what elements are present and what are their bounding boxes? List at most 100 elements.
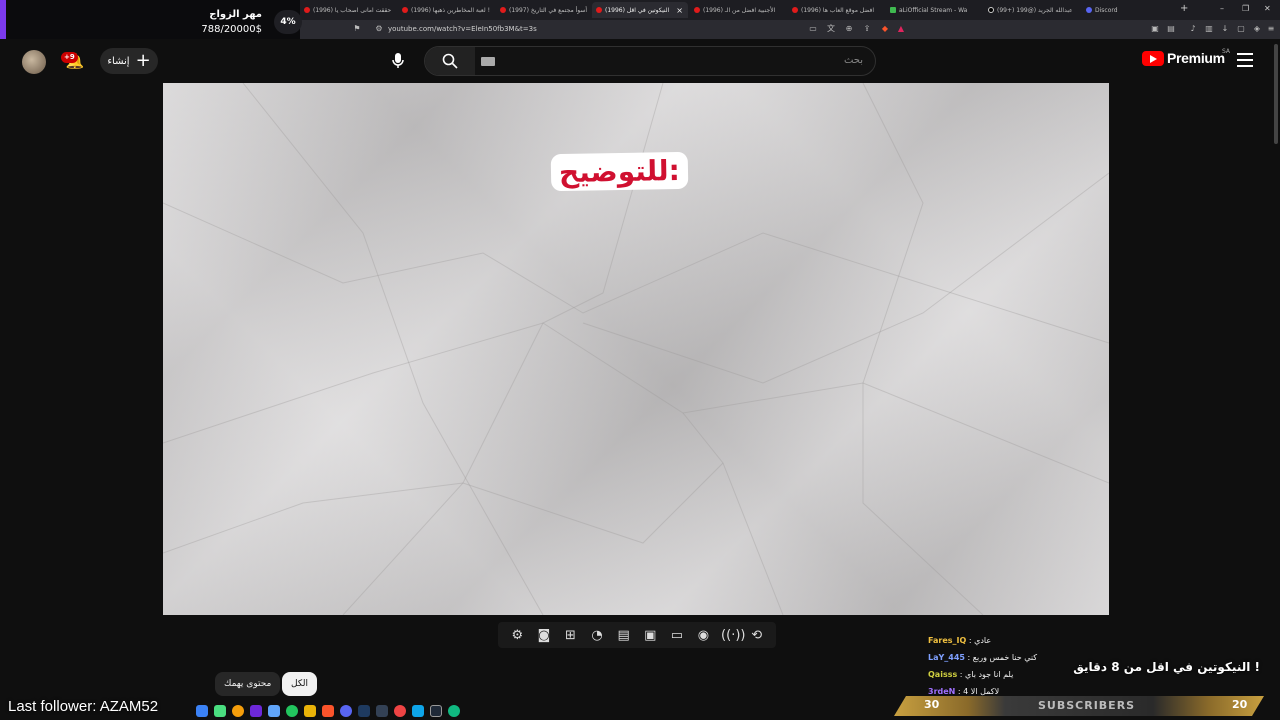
tab-label: Discord [1095,6,1118,14]
close-tab-icon[interactable]: × [676,6,683,15]
zoom-icon[interactable]: ⊕ [844,24,854,34]
restore-icon[interactable]: ❐ [1242,4,1249,13]
steam-icon[interactable] [358,705,370,717]
subs-goal: 20 [1232,698,1248,711]
tab-label: (1996) حققت امانى اصحاب يا [313,6,392,14]
add-box-icon[interactable]: ⊞ [561,628,579,643]
browser-tab[interactable]: (1996) افضل موقع العاب ها [788,2,884,18]
last-follower-text: Last follower: AZAM52 [8,698,159,715]
brave-rewards-icon[interactable]: ▲ [896,24,906,34]
broadcast-icon[interactable]: ((·)) [721,628,745,643]
loop-icon[interactable]: ⟲ [748,628,766,643]
app-icon[interactable] [376,705,388,717]
eye-icon[interactable]: ◉ [694,628,712,643]
site-info-icon[interactable]: ⚙ [374,24,384,34]
tab-label: (1997) أسوأ مجتمع في التاريخ [509,6,588,14]
chip-all[interactable]: الكل [282,672,318,696]
speed-icon[interactable]: ◔ [588,628,606,643]
tab-label: (1996) الأجنبية افضل من الـ [703,6,776,14]
gear-icon[interactable]: ⚙ [508,628,526,643]
wallet-icon[interactable]: ▢ [1236,24,1246,34]
downloads-icon[interactable]: ↓ [1220,24,1230,34]
media-icon[interactable]: ♪ [1188,24,1198,34]
minimize-icon[interactable]: – [1220,4,1224,13]
notification-badge: +9 [61,52,78,63]
app-icon[interactable] [268,705,280,717]
camera-icon[interactable]: ◙ [535,628,553,643]
translate-icon[interactable]: 文 [826,24,836,34]
install-icon[interactable]: ▭ [808,24,818,34]
avatar[interactable] [22,50,46,74]
brave-shield-icon[interactable]: ◆ [880,24,890,34]
chat-user: 3rdeN [928,687,956,696]
app-icon[interactable] [412,705,424,717]
app-icon[interactable] [214,705,226,717]
vpn-icon[interactable]: ◈ [1252,24,1262,34]
chat-message: Fares_IQ : عادي [928,636,992,645]
folder-icon[interactable] [304,705,316,717]
close-window-icon[interactable]: ✕ [1264,4,1271,13]
browser-tab[interactable]: (1997) أسوأ مجتمع في التاريخ [496,2,592,18]
discord-icon[interactable] [340,705,352,717]
discord-favicon-icon [1086,7,1092,13]
donation-percent: 4% [274,10,302,34]
tab-label: aLiOfficial Stream - Wa [899,6,968,14]
sidebar-icon[interactable]: ▤ [1166,24,1176,34]
plus-icon: + [135,50,151,71]
chat-text: يلم انا جود باي [965,670,1014,679]
browser-tab[interactable]: (1996) حققت امانى اصحاب يا [300,2,396,18]
region-code: SA [1222,48,1231,55]
search-button[interactable] [425,47,475,75]
bookmark-icon[interactable]: ⚑ [352,24,362,34]
keyboard-icon[interactable] [481,57,495,66]
tab-label: (1996) لعبة المخاطرين ذهبها ! [411,6,490,14]
theater-icon[interactable]: ▭ [668,628,686,643]
browser-tab-active[interactable]: (1996) النيكوتين في اقل × [592,2,688,18]
kick-favicon-icon [890,7,896,13]
brave-icon[interactable] [322,705,334,717]
create-button[interactable]: إنشاء + [100,48,158,74]
chip-recommended[interactable]: محتوى يهمك [215,672,281,696]
search-input[interactable]: بحث [844,55,863,66]
app-icon[interactable] [196,705,208,717]
logo-word: Premium [1167,50,1225,66]
extension-icon[interactable]: ▣ [1150,24,1160,34]
new-tab-button[interactable]: + [1180,3,1188,14]
video-player[interactable]: للتوضيح: [163,83,1109,615]
chat-user: LaY_445 [928,653,965,662]
url-field[interactable]: youtube.com/watch?v=EleIn50fb3M&t=3s [388,25,537,33]
youtube-play-icon [1142,50,1164,66]
chat-user: Qaisss [928,670,958,679]
browser-tab[interactable]: (99+) عبدالله الجريد (@199 [984,2,1080,18]
menu-icon[interactable]: ≡ [1266,24,1276,34]
chrome-icon[interactable] [232,705,244,717]
premiere-icon[interactable] [250,705,262,717]
browser-tab[interactable]: (1996) الأجنبية افضل من الـ [690,2,786,18]
page-scrollbar[interactable] [1274,44,1278,144]
youtube-favicon-icon [596,7,602,13]
app-icon[interactable] [430,705,442,717]
app-icon[interactable] [394,705,406,717]
hamburger-menu-icon[interactable] [1237,53,1253,67]
browser-tab[interactable]: aLiOfficial Stream - Wa [886,2,982,18]
youtube-favicon-icon [792,7,798,13]
donation-goal-overlay: 4% مهر الزواج 788/20000$ [0,0,302,44]
share-icon[interactable]: ⇪ [862,24,872,34]
youtube-premium-logo[interactable]: Premium SA [1142,48,1230,66]
chat-user: Fares_IQ [928,636,967,645]
taskbar [196,702,516,720]
youtube-favicon-icon [694,7,700,13]
captions-icon[interactable]: ▤ [615,628,633,643]
subs-label: SUBSCRIBERS [1038,699,1136,712]
voice-search-mic-icon[interactable] [382,46,414,76]
browser-tab[interactable]: Discord [1082,2,1162,18]
pip-icon[interactable]: ▣ [641,628,659,643]
browser-tab[interactable]: (1996) لعبة المخاطرين ذهبها ! [398,2,494,18]
search-bar: بحث [424,46,876,76]
youtube-favicon-icon [500,7,506,13]
whatsapp-icon[interactable] [286,705,298,717]
app-icon[interactable] [448,705,460,717]
video-caption-text: للتوضيح: [550,151,689,192]
reading-icon[interactable]: ▥ [1204,24,1214,34]
stream-promo-text: النيكوتين في اقل من 8 دقايق ! [1073,660,1260,674]
